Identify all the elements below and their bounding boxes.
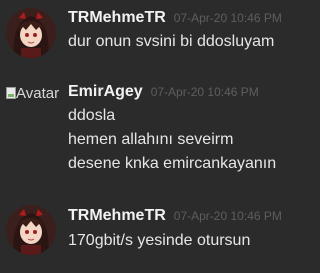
avatar-alt-text: Avatar (16, 85, 60, 102)
anime-girl-avatar-icon (6, 8, 56, 58)
avatar[interactable] (6, 8, 56, 58)
username[interactable]: TRMehmeTR (68, 9, 166, 26)
anime-girl-avatar-icon (6, 205, 56, 255)
avatar[interactable]: Avatar (6, 86, 62, 126)
broken-image-icon (6, 87, 16, 99)
message-line: desene knka emircankayanın (68, 155, 277, 172)
message-line: ddosla (68, 107, 116, 124)
message-line: dur onun svsini bi ddosluyam (68, 33, 275, 50)
username[interactable]: EmirAgey (68, 83, 143, 100)
username[interactable]: TRMehmeTR (68, 207, 166, 224)
timestamp: 07-Apr-20 10:46 PM (173, 209, 282, 223)
timestamp: 07-Apr-20 10:46 PM (173, 11, 282, 25)
message-line: 170gbit/s yesinde otursun (68, 232, 251, 249)
avatar[interactable] (6, 205, 56, 255)
message-line: hemen allahını seveirm (68, 131, 234, 148)
timestamp: 07-Apr-20 10:46 PM (150, 85, 259, 99)
